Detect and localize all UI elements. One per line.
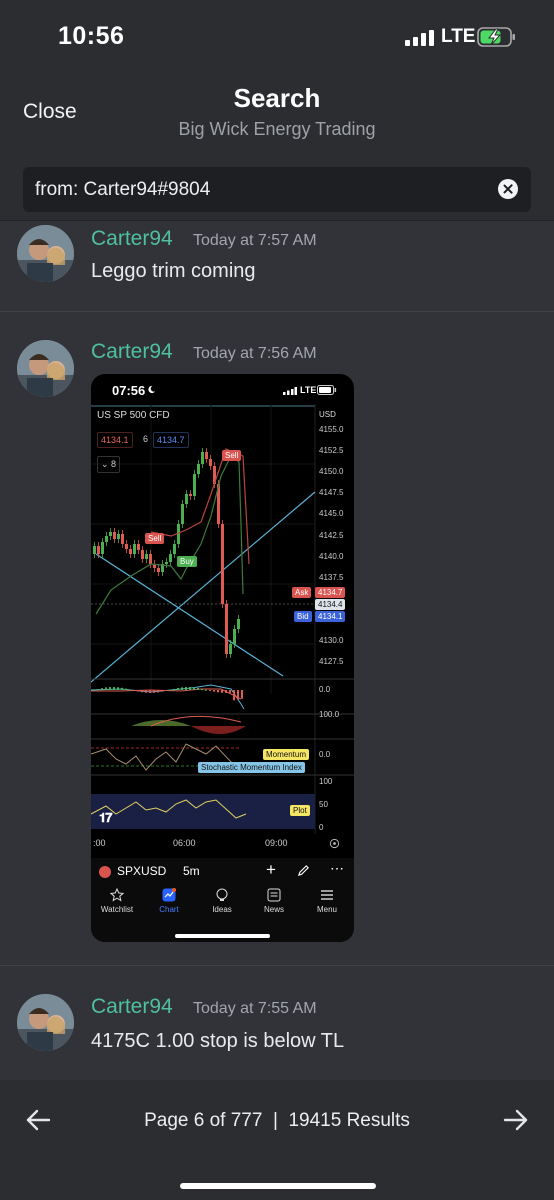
watchlist-icon[interactable] (110, 888, 124, 902)
nav-watchlist[interactable]: Watchlist (97, 905, 137, 914)
price-label: 4137.5 (319, 573, 344, 582)
message-timestamp: Today at 7:56 AM (193, 345, 317, 362)
toolbar-interval[interactable]: 5m (183, 864, 200, 878)
signal-icon (283, 387, 297, 395)
add-icon[interactable]: + (266, 860, 276, 880)
message-author[interactable]: Carter94 (91, 995, 173, 1019)
buy-signal-tag: Buy (177, 556, 197, 567)
price-label: 4152.5 (319, 446, 344, 455)
home-indicator (180, 1183, 376, 1189)
symbol-logo-icon (99, 866, 111, 878)
toolbar-symbol[interactable]: SPXUSD (117, 864, 166, 878)
price-label: 4145.0 (319, 509, 344, 518)
message-author[interactable]: Carter94 (91, 227, 173, 251)
search-result-message[interactable]: Carter94 Today at 7:55 AM 4175C 1.00 sto… (0, 966, 554, 1081)
price-label: 4147.5 (319, 488, 344, 497)
ask-price-tag: 4134.7 (315, 587, 346, 598)
avatar[interactable] (17, 340, 74, 397)
interval-chip[interactable]: ⌄ 8 (97, 456, 121, 473)
search-header: Close Search Big Wick Energy Trading (0, 75, 554, 159)
pagination-footer: Page 6 of 777 | 19415 Results (0, 1080, 554, 1200)
message-content: Leggo trim coming (91, 260, 256, 282)
rsi-level-label: 100 (319, 777, 333, 786)
rsi-level-label: 0 (319, 823, 324, 832)
attachment-network: LTE (300, 385, 317, 395)
signal-icon (405, 30, 434, 46)
bid-price-tag: 4134.1 (315, 611, 346, 622)
battery-icon (317, 385, 337, 395)
nav-menu[interactable]: Menu (307, 905, 347, 914)
nav-ideas[interactable]: Ideas (202, 905, 242, 914)
search-query: from: Carter94#9804 (35, 179, 211, 200)
ask-label: Ask (292, 587, 312, 598)
bid-label: Bid (294, 611, 312, 622)
more-icon[interactable]: ⋯ (330, 860, 344, 877)
search-result-message[interactable]: Carter94 Today at 7:57 AM Leggo trim com… (0, 222, 554, 312)
price-label: 4127.5 (319, 657, 344, 666)
sell-signal-tag: Sell (145, 533, 165, 544)
news-icon[interactable] (267, 888, 281, 902)
macd-zero-label: 0.0 (319, 685, 331, 694)
last-price-tag: 4134.4 (315, 599, 346, 610)
macd-hundred-label: 100.0 (319, 710, 340, 719)
ideas-icon[interactable] (215, 888, 229, 902)
page-title: Search (233, 83, 321, 113)
settings-icon[interactable] (329, 838, 340, 849)
chart-icon[interactable] (162, 888, 176, 902)
avatar[interactable] (17, 994, 74, 1051)
moon-icon (148, 385, 156, 394)
rsi-level-label: 50 (319, 800, 328, 809)
interval-value: 8 (111, 459, 117, 469)
momentum-zero-label: 0.0 (319, 750, 331, 759)
draw-pencil-icon[interactable] (297, 864, 310, 877)
message-timestamp: Today at 7:57 AM (193, 232, 317, 249)
search-input[interactable]: from: Carter94#9804 (23, 167, 531, 212)
menu-icon[interactable] (320, 889, 334, 901)
battery-charging-icon (477, 27, 515, 47)
pagination-status: Page 6 of 777 | 19415 Results (144, 1110, 410, 1131)
tradingview-toolbar: SPXUSD 5m + ⋯ Watchlist Chart Ideas News… (91, 858, 354, 942)
message-content: 4175C 1.00 stop is below TL (91, 1030, 345, 1052)
plot-label: Plot (290, 805, 310, 816)
attachment-status-time: 07:56 (112, 383, 146, 398)
avatar[interactable] (17, 225, 74, 282)
price-label: 4142.5 (319, 531, 344, 540)
price-label: 4140.0 (319, 552, 344, 561)
status-bar: 10:56 LTE (0, 0, 554, 75)
sell-signal-tag: Sell (222, 450, 242, 461)
message-author[interactable]: Carter94 (91, 340, 173, 364)
time-label: 06:00 (173, 838, 196, 848)
currency-label[interactable]: USD (319, 410, 336, 419)
bid-chip[interactable]: 4134.1 (97, 432, 133, 448)
status-time: 10:56 (58, 22, 125, 50)
nav-news[interactable]: News (254, 905, 294, 914)
smi-label: Stochastic Momentum Index (198, 762, 305, 773)
momentum-label: Momentum (263, 749, 310, 760)
search-bar: from: Carter94#9804 (0, 159, 554, 221)
message-timestamp: Today at 7:55 AM (193, 1000, 317, 1017)
tradingview-logo: 𝟏𝟕 (99, 810, 113, 825)
home-indicator (175, 934, 270, 938)
symbol-title: US SP 500 CFD (97, 410, 170, 421)
price-label: 4150.0 (319, 467, 344, 476)
image-attachment[interactable]: 07:56 LTE US SP 500 CFD USD 4134.1 6 413… (91, 374, 354, 942)
ask-chip[interactable]: 4134.7 (153, 432, 189, 448)
time-label: 09:00 (265, 838, 288, 848)
search-result-message[interactable]: Carter94 Today at 7:56 AM 07:56 LTE US S… (0, 312, 554, 966)
nav-chart[interactable]: Chart (149, 905, 189, 914)
network-type: LTE (441, 26, 476, 47)
spread-value: 6 (143, 434, 149, 444)
time-label: :00 (93, 838, 106, 848)
next-page-icon[interactable] (503, 1108, 529, 1132)
server-name: Big Wick Energy Trading (178, 119, 376, 139)
price-label: 4155.0 (319, 425, 344, 434)
clear-search-icon[interactable] (498, 179, 518, 199)
price-label: 4130.0 (319, 636, 344, 645)
